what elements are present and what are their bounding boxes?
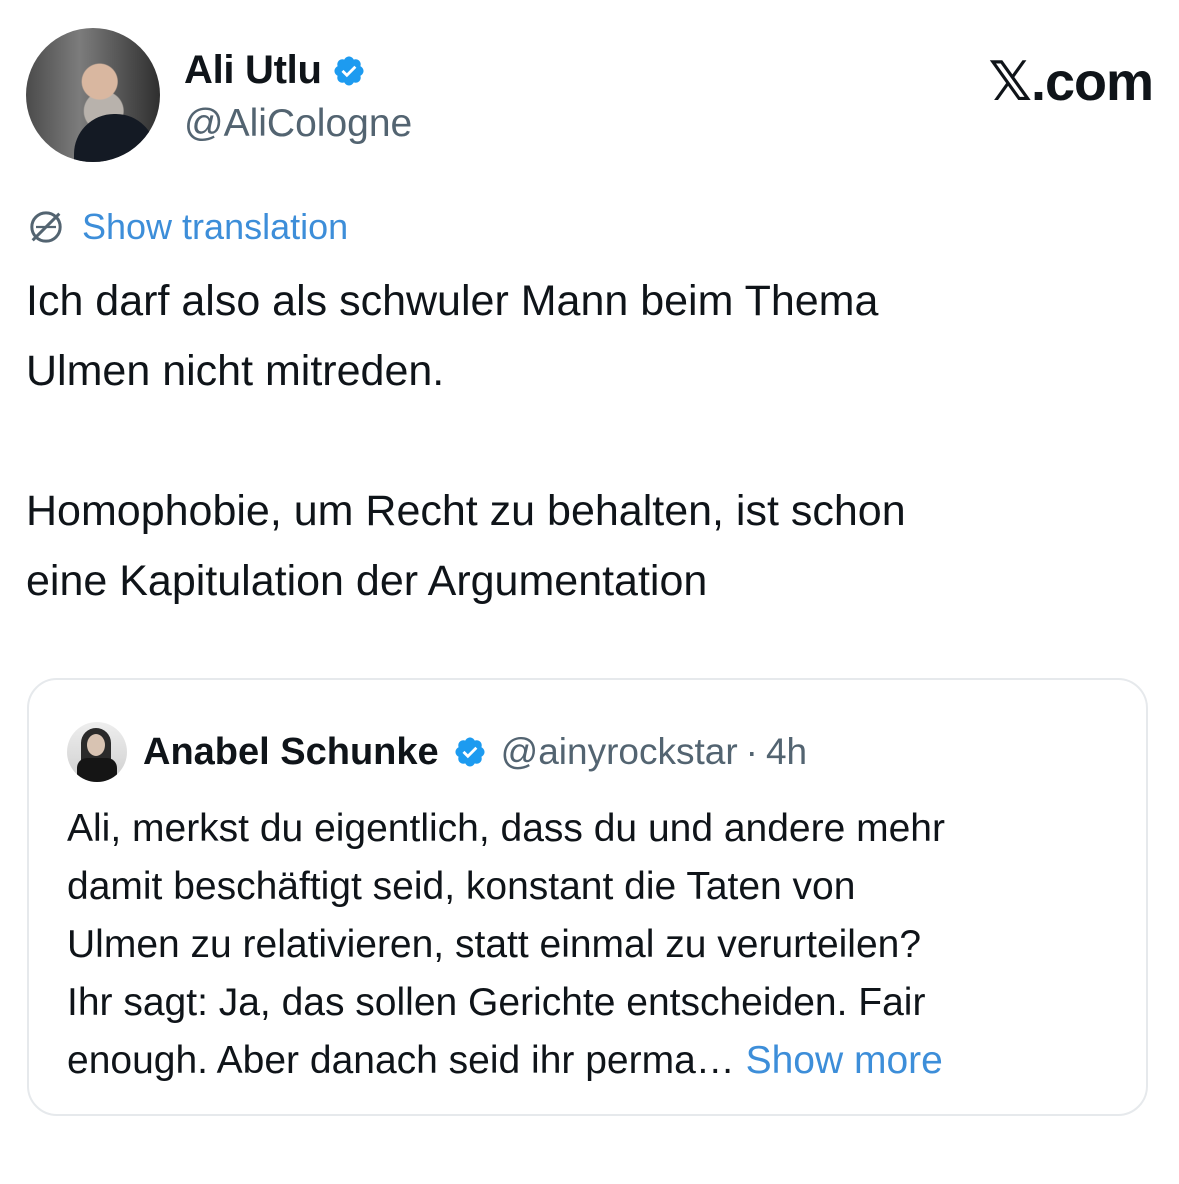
verified-badge-icon <box>455 737 485 767</box>
tweet-line: Ich darf also als schwuler Mann beim The… <box>26 277 879 325</box>
author-name[interactable]: Ali Utlu <box>184 48 322 93</box>
x-logo: 𝕏.com <box>988 52 1154 112</box>
quoted-tweet-body: Ali, merkst du eigentlich, dass du und a… <box>67 800 1127 1090</box>
quoted-tweet-card[interactable]: Anabel Schunke @ainyrockstar · 4h Ali, m… <box>27 678 1148 1116</box>
globe-icon <box>30 211 62 243</box>
tweet-header: Ali Utlu @AliCologne 𝕏.com <box>26 28 1154 164</box>
show-translation-link[interactable]: Show translation <box>26 206 348 248</box>
quoted-line: damit beschäftigt seid, konstant die Tat… <box>67 865 856 908</box>
quoted-author-avatar[interactable] <box>67 722 127 782</box>
tweet-line: eine Kapitulation der Argumentation <box>26 557 708 605</box>
quoted-line: Ihr sagt: Ja, das sollen Gerichte entsch… <box>67 981 926 1024</box>
author-avatar[interactable] <box>26 28 160 162</box>
tweet-body: Ich darf also als schwuler Mann beim The… <box>26 266 1146 616</box>
author-name-row: Ali Utlu <box>184 48 366 93</box>
quoted-line-last: enough. Aber danach seid ihr perma… Show… <box>67 1032 1127 1090</box>
quoted-line: Ulmen zu relativieren, statt einmal zu v… <box>67 923 922 966</box>
tweet-line: Ulmen nicht mitreden. <box>26 347 445 395</box>
show-more-link[interactable]: Show more <box>746 1039 943 1082</box>
quoted-author-handle[interactable]: @ainyrockstar <box>501 731 738 773</box>
quoted-author-name[interactable]: Anabel Schunke <box>143 731 439 774</box>
quoted-timestamp[interactable]: 4h <box>766 731 807 773</box>
tweet-line: Homophobie, um Recht zu behalten, ist sc… <box>26 487 906 535</box>
author-handle[interactable]: @AliCologne <box>184 102 412 146</box>
quoted-line: Ali, merkst du eigentlich, dass du und a… <box>67 807 945 850</box>
quoted-line: enough. Aber danach seid ihr perma… <box>67 1039 746 1082</box>
quoted-tweet-header: Anabel Schunke @ainyrockstar · 4h <box>67 720 807 784</box>
show-translation-label[interactable]: Show translation <box>82 206 348 248</box>
separator-dot: · <box>745 731 758 772</box>
verified-badge-icon <box>334 55 364 86</box>
